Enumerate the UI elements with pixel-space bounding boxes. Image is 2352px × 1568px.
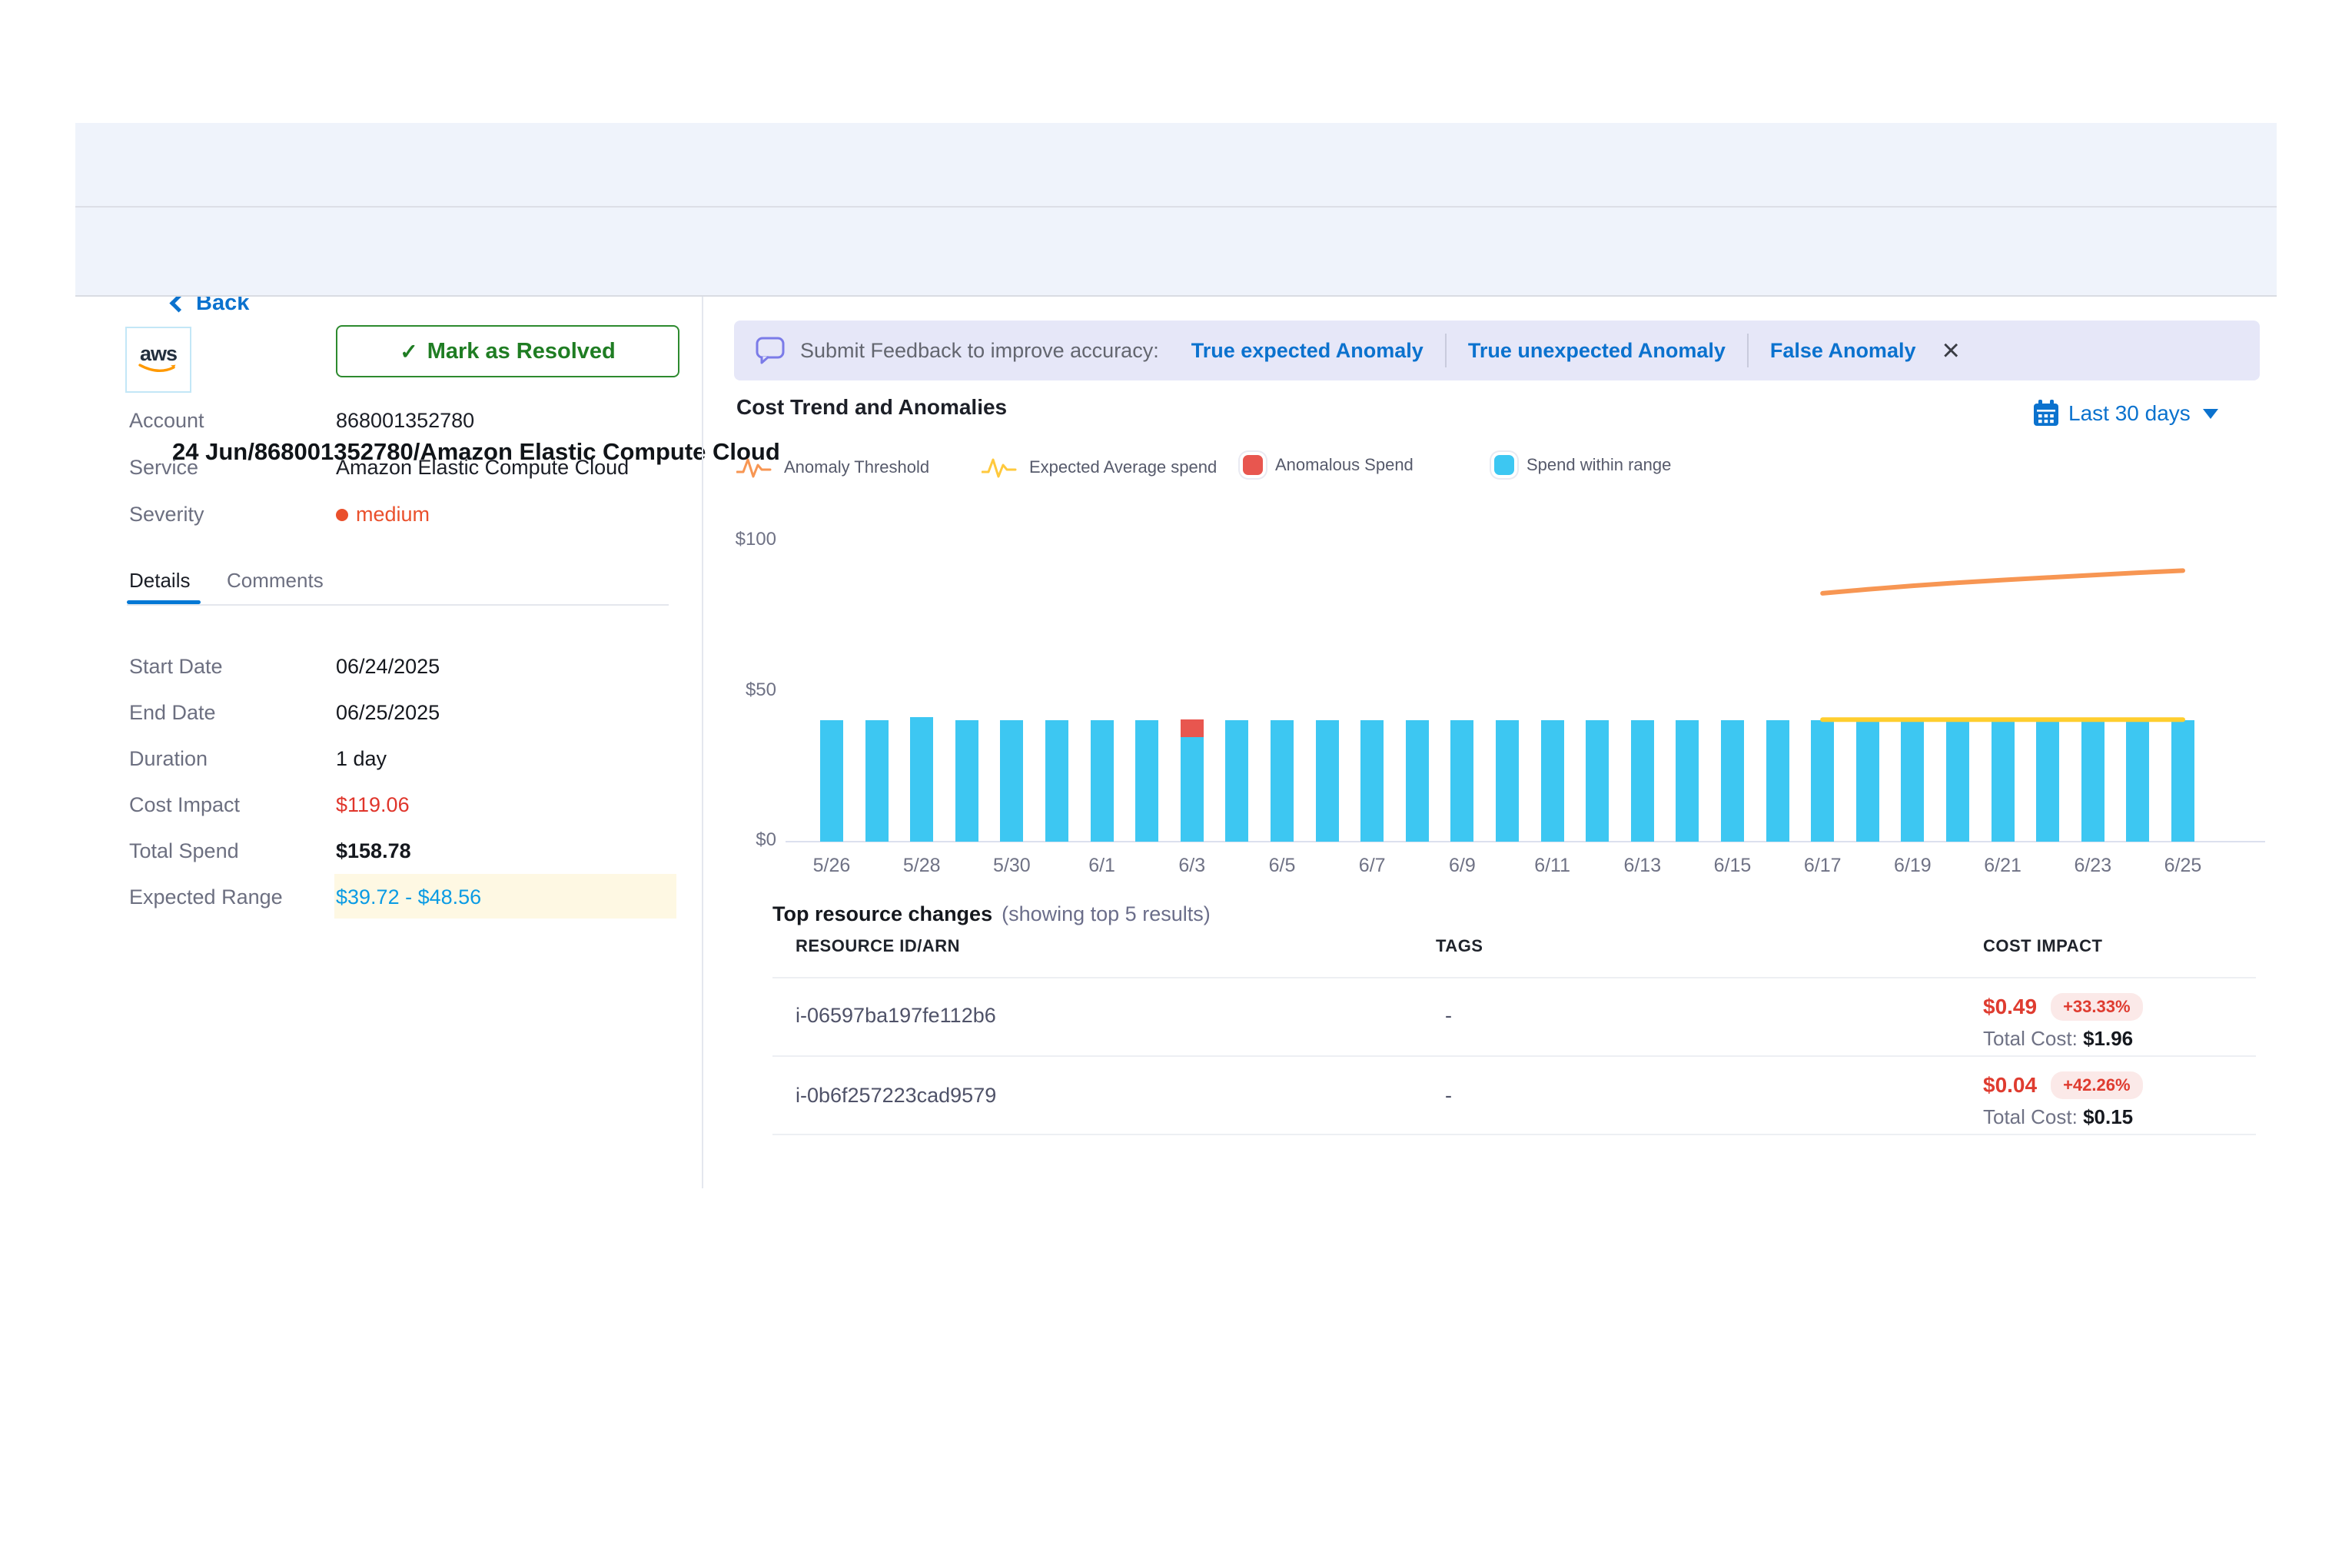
bar-6/8[interactable]: [1406, 720, 1429, 842]
bar-5/27[interactable]: [865, 720, 889, 842]
x-tick-6/17: 6/17: [1788, 855, 1857, 877]
bar-6/15[interactable]: [1721, 720, 1744, 842]
bar-6/5[interactable]: [1271, 720, 1294, 842]
bar-6/24[interactable]: [2126, 720, 2149, 842]
x-tick-6/15: 6/15: [1698, 855, 1767, 877]
bar-6/9[interactable]: [1450, 720, 1473, 842]
x-tick-6/19: 6/19: [1878, 855, 1947, 877]
bar-6/22[interactable]: [2036, 720, 2059, 842]
impact-amount: $0.49: [1983, 995, 2037, 1019]
bar-6/6[interactable]: [1316, 720, 1339, 842]
impact-percent-badge: +42.26%: [2051, 1071, 2142, 1099]
bar-6/1[interactable]: [1091, 720, 1114, 842]
bar-6/16[interactable]: [1766, 720, 1789, 842]
col-header-cost-impact: COST IMPACT: [1983, 936, 2102, 956]
bar-6/12[interactable]: [1586, 720, 1609, 842]
anomaly-details-page: Account: CCM-NG Anomalies Back 24 Jun/86…: [0, 0, 2352, 1568]
bar-6/25[interactable]: [2171, 720, 2194, 842]
bar-6/10[interactable]: [1496, 720, 1519, 842]
impact-amount: $0.04: [1983, 1073, 2037, 1098]
table-divider: [772, 977, 2256, 978]
bar-6/11[interactable]: [1541, 720, 1564, 842]
x-tick-6/7: 6/7: [1337, 855, 1407, 877]
bar-6/7[interactable]: [1360, 720, 1384, 842]
col-header-tags: TAGS: [1436, 936, 1483, 956]
x-tick-6/13: 6/13: [1608, 855, 1677, 877]
col-header-resource-id: RESOURCE ID/ARN: [796, 936, 960, 956]
cost-impact-cell: $0.49 +33.33% Total Cost: $1.96: [1983, 993, 2143, 1051]
tags-value: -: [1445, 1084, 1452, 1108]
anomalous-bar-6/3[interactable]: [1181, 719, 1204, 737]
x-tick-5/28: 5/28: [887, 855, 956, 877]
cost-impact-cell: $0.04 +42.26% Total Cost: $0.15: [1983, 1071, 2143, 1129]
resource-id-link[interactable]: i-06597ba197fe112b6: [796, 1004, 996, 1028]
bar-5/28[interactable]: [910, 717, 933, 842]
bar-6/18[interactable]: [1856, 720, 1879, 842]
x-tick-5/30: 5/30: [977, 855, 1046, 877]
x-tick-6/3: 6/3: [1158, 855, 1227, 877]
bar-6/21[interactable]: [1992, 720, 2015, 842]
bar-5/29[interactable]: [955, 720, 978, 842]
table-divider: [772, 1134, 2256, 1135]
x-tick-6/9: 6/9: [1427, 855, 1497, 877]
impact-percent-badge: +33.33%: [2051, 993, 2142, 1021]
resource-id-link[interactable]: i-0b6f257223cad9579: [796, 1084, 996, 1108]
bar-6/3[interactable]: [1181, 737, 1204, 842]
x-tick-6/23: 6/23: [2058, 855, 2128, 877]
x-tick-6/25: 6/25: [2148, 855, 2217, 877]
bar-6/23[interactable]: [2081, 720, 2105, 842]
bar-chart: 5/26 5/28 5/30 6/1 6/3 6/5 6/7 6/9 6/11 6/13 6/15 6…: [0, 0, 2352, 1568]
bar-6/13[interactable]: [1631, 720, 1654, 842]
x-tick-6/5: 6/5: [1247, 855, 1317, 877]
tags-value: -: [1445, 1004, 1452, 1028]
bar-5/31[interactable]: [1045, 720, 1068, 842]
resource-table-title: Top resource changes (showing top 5 resu…: [772, 902, 1211, 926]
x-tick-6/1: 6/1: [1068, 855, 1137, 877]
x-tick-6/11: 6/11: [1518, 855, 1587, 877]
bar-6/2[interactable]: [1135, 720, 1158, 842]
bar-6/20[interactable]: [1946, 720, 1969, 842]
table-divider: [772, 1055, 2256, 1057]
bar-6/19[interactable]: [1901, 720, 1924, 842]
bar-6/4[interactable]: [1225, 720, 1248, 842]
x-tick-5/26: 5/26: [797, 855, 866, 877]
bar-6/17[interactable]: [1811, 720, 1834, 842]
x-tick-6/21: 6/21: [1968, 855, 2038, 877]
bar-6/14[interactable]: [1676, 720, 1699, 842]
bar-5/26[interactable]: [820, 720, 843, 842]
bar-5/30[interactable]: [1000, 720, 1023, 842]
